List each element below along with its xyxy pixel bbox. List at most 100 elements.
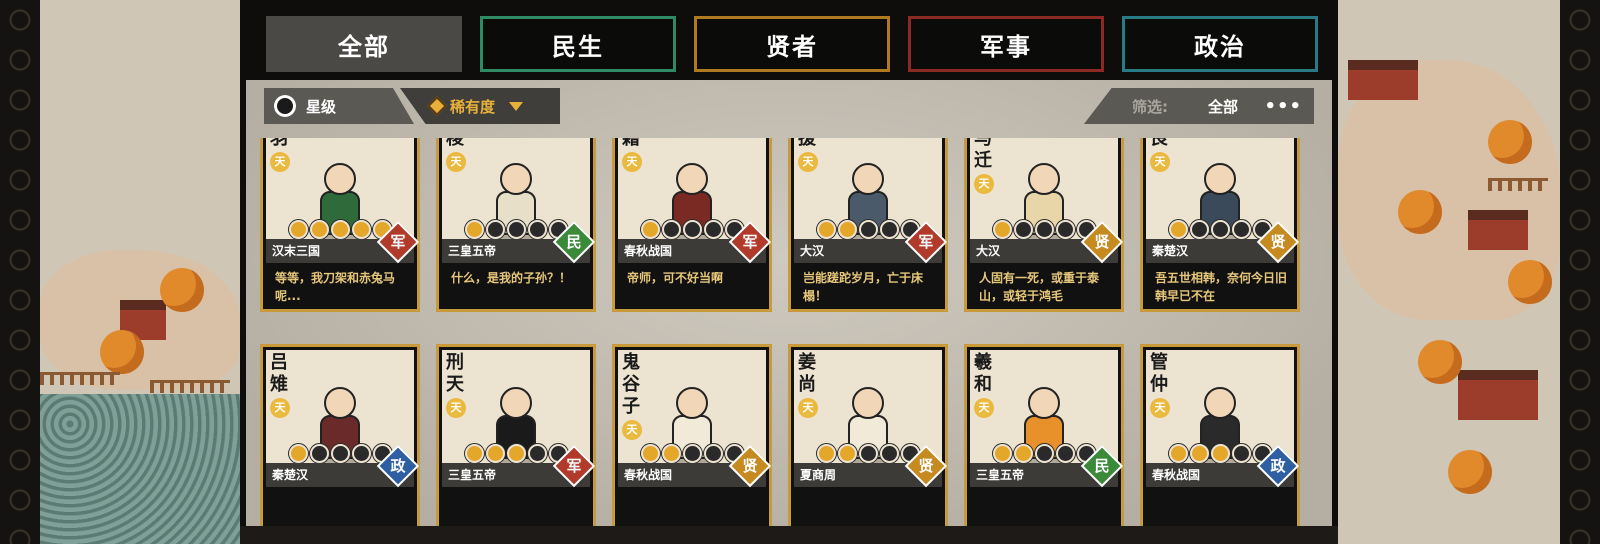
star-icon xyxy=(506,444,526,463)
star-icon xyxy=(351,220,371,239)
tab-military[interactable]: 军事 xyxy=(908,16,1104,72)
character-quote: 什么，是我的子孙？！ xyxy=(451,271,572,285)
filter-bar: 星级 稀有度 筛选: 全部 ••• xyxy=(264,88,1314,124)
character-name-text: 马迁 xyxy=(974,138,992,171)
character-card[interactable]: 鬼谷子天春秋战国贤 xyxy=(612,344,772,526)
character-name: 马迁天 xyxy=(974,138,994,194)
character-card[interactable]: 管仲天春秋战国政 xyxy=(1140,344,1300,526)
character-quote: 人固有一死，或重于泰山，或轻于鸿毛 xyxy=(979,271,1100,303)
character-name: 羲和天 xyxy=(974,352,994,418)
star-icon xyxy=(1055,444,1075,463)
character-name-text: 羽 xyxy=(270,138,288,149)
star-icon xyxy=(485,220,505,239)
world-map-left xyxy=(40,0,240,544)
character-name: 羽天 xyxy=(270,138,290,172)
star-icon xyxy=(288,220,308,239)
star-icon xyxy=(485,444,505,463)
character-card[interactable]: 吕雉天秦楚汉政 xyxy=(260,344,420,526)
more-options-icon[interactable]: ••• xyxy=(1264,96,1302,117)
autumn-tree-icon xyxy=(1398,190,1442,234)
star-icon xyxy=(1189,444,1209,463)
star-icon xyxy=(1168,444,1188,463)
filter-dropdown[interactable]: 筛选: 全部 ••• xyxy=(1084,88,1314,124)
star-icon xyxy=(640,444,660,463)
role-text: 贤 xyxy=(742,457,758,475)
filter-label: 筛选: xyxy=(1132,97,1168,116)
tab-sages[interactable]: 贤者 xyxy=(694,16,890,72)
character-card[interactable]: 姜尚天夏商周贤 xyxy=(788,344,948,526)
star-icon xyxy=(1189,220,1209,239)
character-name-text: 管仲 xyxy=(1150,352,1168,395)
character-name: 管仲天 xyxy=(1150,352,1170,418)
role-text: 政 xyxy=(390,457,406,475)
character-card[interactable]: 籍天春秋战国军帝师，可不好当啊 xyxy=(612,138,772,312)
tier-badge: 天 xyxy=(270,152,290,172)
category-tabs: 全部 民生 贤者 军事 政治 xyxy=(266,16,1318,72)
autumn-tree-icon xyxy=(1488,120,1532,164)
character-name: 吕雉天 xyxy=(270,352,290,418)
star-icon xyxy=(682,444,702,463)
character-name: 刑天天 xyxy=(446,352,466,418)
caret-down-icon xyxy=(509,101,524,111)
tier-badge: 天 xyxy=(974,174,994,194)
tier-badge: 天 xyxy=(1150,398,1170,418)
world-map-right xyxy=(1338,0,1560,544)
role-text: 贤 xyxy=(1270,233,1286,251)
role-text: 贤 xyxy=(918,457,934,475)
autumn-tree-icon xyxy=(1508,260,1552,304)
star-icon xyxy=(703,220,723,239)
sort-rarity-label: 稀有度 xyxy=(450,97,496,116)
autumn-tree-icon xyxy=(1448,450,1492,494)
star-icon xyxy=(1168,220,1188,239)
tab-all[interactable]: 全部 xyxy=(266,16,462,72)
star-icon xyxy=(837,220,857,239)
character-card[interactable]: 羲和天三皇五帝民 xyxy=(964,344,1124,526)
tab-livelihood[interactable]: 民生 xyxy=(480,16,676,72)
star-icon xyxy=(661,220,681,239)
building-icon xyxy=(1348,60,1418,100)
building-icon xyxy=(1468,210,1528,250)
star-icon xyxy=(1231,220,1251,239)
character-name-text: 刑天 xyxy=(446,352,464,395)
autumn-tree-icon xyxy=(100,330,144,374)
star-icon xyxy=(879,220,899,239)
character-name-text: 姜尚 xyxy=(798,352,816,395)
character-card[interactable]: 良天秦楚汉贤吾五世相韩，奈何今日旧韩早已不在 xyxy=(1140,138,1300,312)
role-text: 民 xyxy=(566,233,582,251)
character-name-text: 羲和 xyxy=(974,352,992,395)
star-icon xyxy=(992,220,1012,239)
star-icon xyxy=(1231,444,1251,463)
star-icon xyxy=(464,220,484,239)
autumn-tree-icon xyxy=(160,268,204,312)
star-icon xyxy=(527,220,547,239)
tab-label: 全部 xyxy=(338,32,390,61)
character-card[interactable]: 马迁天大汉贤人固有一死，或重于泰山，或轻于鸿毛 xyxy=(964,138,1124,312)
character-card[interactable]: 刑天天三皇五帝军 xyxy=(436,344,596,526)
role-text: 军 xyxy=(390,233,406,251)
decorative-border-left xyxy=(0,0,40,544)
star-icon xyxy=(703,444,723,463)
character-card[interactable]: 援天大汉军岂能蹉跎岁月，亡于床榻！ xyxy=(788,138,948,312)
star-icon xyxy=(1210,220,1230,239)
star-icon xyxy=(879,444,899,463)
tier-badge: 天 xyxy=(798,152,818,172)
star-icon xyxy=(1013,220,1033,239)
star-icon xyxy=(682,220,702,239)
character-card[interactable]: 稷天三皇五帝民什么，是我的子孙？！ xyxy=(436,138,596,312)
role-text: 政 xyxy=(1270,457,1286,475)
tab-label: 政治 xyxy=(1194,32,1246,61)
tab-politics[interactable]: 政治 xyxy=(1122,16,1318,72)
sort-by-star-button[interactable]: 星级 xyxy=(264,88,414,124)
star-icon xyxy=(640,220,660,239)
tab-label: 贤者 xyxy=(766,32,818,61)
star-icon xyxy=(288,444,308,463)
character-quote: 等等，我刀架和赤兔马呢... xyxy=(275,271,396,303)
tab-label: 民生 xyxy=(552,32,604,61)
character-name: 籍天 xyxy=(622,138,642,172)
tier-badge: 天 xyxy=(446,152,466,172)
sort-by-rarity-dropdown[interactable]: 稀有度 xyxy=(400,88,560,124)
star-icon xyxy=(837,444,857,463)
tier-badge: 天 xyxy=(622,152,642,172)
tier-badge: 天 xyxy=(446,398,466,418)
character-card[interactable]: 羽天汉末三国军等等，我刀架和赤兔马呢... xyxy=(260,138,420,312)
